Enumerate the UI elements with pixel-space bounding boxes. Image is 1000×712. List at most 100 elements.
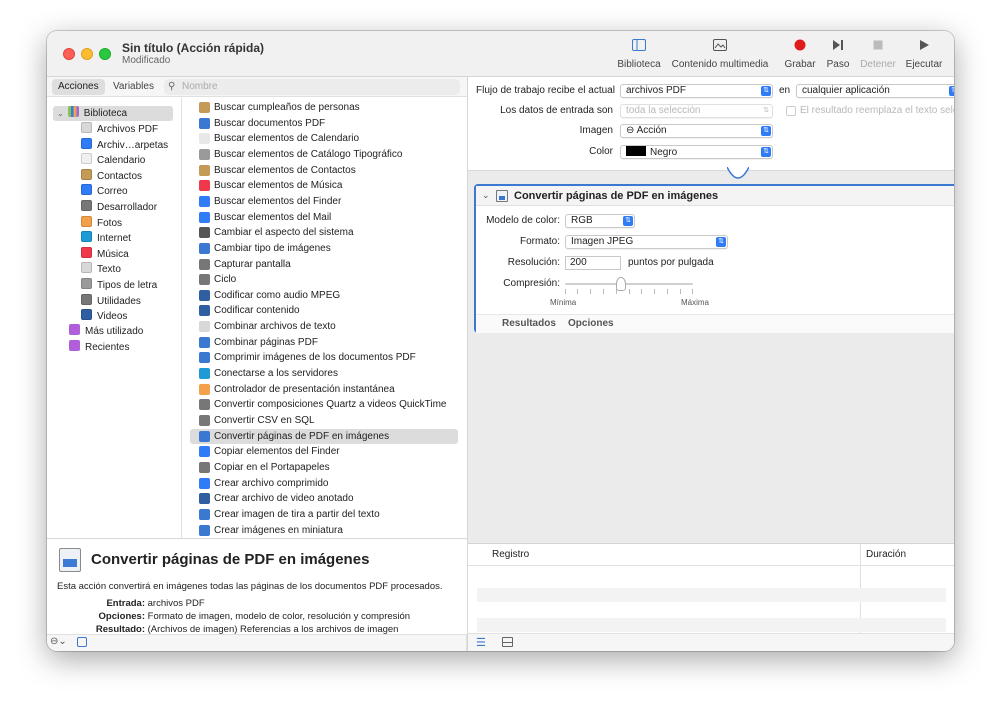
action-item[interactable]: Buscar elementos de Contactos — [183, 163, 459, 179]
library-item-label: Archivos PDF — [97, 124, 159, 135]
recibe-select[interactable]: archivos PDF ⇅ — [620, 84, 773, 98]
list-view-icon[interactable]: ☰ — [476, 636, 486, 649]
reemplaza-checkbox[interactable] — [786, 106, 796, 116]
sidebar-item-library[interactable]: Correo — [81, 184, 128, 199]
close-button[interactable] — [63, 48, 75, 60]
disclosure-icon[interactable]: ⌄ — [482, 190, 490, 201]
action-item[interactable]: Buscar cumpleaños de personas — [183, 100, 459, 116]
action-menu-icon[interactable]: ⊖⌄ — [50, 636, 67, 647]
action-item[interactable]: Crear archivo comprimido — [183, 476, 459, 492]
action-item[interactable]: Buscar elementos del Finder — [183, 194, 459, 210]
action-item[interactable]: Cambiar tipo de imágenes — [183, 241, 459, 257]
formato-select[interactable]: Imagen JPEG ⇅ — [565, 235, 728, 249]
sidebar-item-mas-utilizado[interactable]: Más utilizado — [69, 324, 143, 339]
action-item[interactable]: Controlador de presentación instantánea — [183, 382, 459, 398]
action-item[interactable]: Copiar elementos del Finder — [183, 444, 459, 460]
sidebar-item-recientes[interactable]: Recientes — [69, 340, 129, 355]
description-entrada: Entrada: archivos PDF — [47, 598, 204, 609]
biblioteca-button[interactable]: Biblioteca — [613, 39, 665, 70]
compresion-slider[interactable] — [565, 277, 693, 294]
datos-select[interactable]: toda la selección ⇅ — [620, 104, 773, 118]
aplicacion-select[interactable]: cualquier aplicación ⇅ — [796, 84, 954, 98]
action-item[interactable]: Crear imágenes en miniatura — [183, 523, 459, 538]
action-item[interactable]: Crear imagen de tira a partir del texto — [183, 507, 459, 523]
sidebar-item-library[interactable]: Calendario — [81, 153, 145, 168]
sidebar-item-library[interactable]: Internet — [81, 231, 131, 246]
sidebar-item-library[interactable]: Archivos PDF — [81, 122, 158, 137]
search-input[interactable]: ⚲ Nombre — [164, 79, 460, 95]
library-icon — [67, 106, 79, 117]
action-item[interactable]: Convertir composiciones Quartz a videos … — [183, 397, 459, 413]
sidebar-item-library[interactable]: Fotos — [81, 215, 122, 231]
library-item-label: Desarrollador — [97, 202, 158, 213]
tab-resultados[interactable]: Resultados — [502, 318, 556, 329]
sidebar-item-library[interactable]: Utilidades — [81, 293, 141, 309]
action-convertir-pdf[interactable]: ⌄ Convertir páginas de PDF en imágenes M… — [474, 184, 954, 333]
play-icon — [904, 39, 944, 55]
imagen-label: Imagen — [579, 125, 613, 136]
action-item[interactable]: Combinar páginas PDF — [183, 335, 459, 351]
tab-variables[interactable]: Variables — [107, 79, 160, 95]
action-item-label: Buscar elementos de Calendario — [214, 133, 360, 145]
titlebar: Sin título (Acción rápida) Modificado Bi… — [47, 31, 954, 77]
action-item[interactable]: Buscar elementos de Calendario — [183, 131, 459, 147]
right-bottom-bar: ☰ — [468, 633, 954, 651]
ejecutar-button[interactable]: Ejecutar — [904, 39, 944, 70]
smart-folder-icon — [69, 340, 80, 351]
minimize-button[interactable] — [81, 48, 93, 60]
grabar-button[interactable]: Grabar — [783, 39, 817, 70]
connector-notch — [727, 167, 749, 179]
action-item[interactable]: Comprimir imágenes de los documentos PDF — [183, 350, 459, 366]
registro-column[interactable]: Registro — [492, 549, 529, 560]
action-item[interactable]: Ciclo — [183, 272, 459, 288]
action-item[interactable]: Buscar documentos PDF — [183, 116, 459, 132]
action-item[interactable]: Combinar archivos de texto — [183, 319, 459, 335]
imagen-select[interactable]: ⊖ Acción ⇅ — [620, 124, 773, 138]
sidebar-item-library[interactable]: Contactos — [81, 168, 142, 184]
action-item[interactable]: Copiar en el Portapapeles — [183, 460, 459, 476]
sidebar-item-library[interactable]: Desarrollador — [81, 200, 157, 215]
zoom-button[interactable] — [99, 48, 111, 60]
action-item-label: Convertir CSV en SQL — [214, 415, 315, 426]
action-item[interactable]: Buscar elementos de Música — [183, 178, 459, 194]
automator-window: Sin título (Acción rápida) Modificado Bi… — [47, 31, 954, 651]
detener-button[interactable]: Detener — [858, 39, 898, 70]
category-icon — [81, 262, 92, 274]
tab-acciones[interactable]: Acciones — [52, 79, 105, 95]
disclosure-icon: ⌄ — [57, 109, 64, 118]
modelo-select[interactable]: RGB ⇅ — [565, 214, 635, 228]
split-view-icon[interactable] — [502, 637, 513, 647]
library-root[interactable]: ⌄ Biblioteca — [53, 106, 173, 121]
sidebar-item-library[interactable]: Videos — [81, 309, 127, 324]
action-item[interactable]: Convertir CSV en SQL — [183, 413, 459, 429]
resolucion-input[interactable]: 200 — [565, 256, 621, 270]
sidebar-item-library[interactable]: Texto — [81, 262, 121, 277]
sidebar-item-library[interactable]: Archiv…arpetas — [81, 137, 168, 153]
action-item-label: Combinar archivos de texto — [214, 321, 336, 333]
log-row — [477, 618, 946, 632]
action-item[interactable]: Conectarse a los servidores — [183, 366, 459, 382]
duracion-column[interactable]: Duración — [866, 549, 906, 560]
sidebar-item-library[interactable]: Tipos de letra — [81, 278, 157, 293]
contenido-multimedia-button[interactable]: Contenido multimedia — [671, 39, 769, 70]
action-item[interactable]: Buscar elementos del Mail — [183, 210, 459, 226]
action-item[interactable]: Buscar elementos de Catálogo Tipográfico — [183, 147, 459, 163]
paso-button[interactable]: Paso — [824, 39, 852, 70]
action-item[interactable]: Cambiar el aspecto del sistema — [183, 225, 459, 241]
library-item-label: Utilidades — [97, 295, 141, 307]
maxima-label: Máxima — [681, 298, 710, 307]
action-item[interactable]: Convertir páginas de PDF en imágenes — [190, 428, 458, 445]
compresion-label: Compresión: — [503, 278, 560, 289]
action-icon — [199, 258, 210, 270]
library-item-label: Texto — [97, 264, 121, 276]
action-item[interactable]: Codificar como audio MPEG — [183, 288, 459, 304]
action-item[interactable]: Capturar pantalla — [183, 257, 459, 273]
action-item[interactable]: Codificar contenido — [183, 303, 459, 319]
sidebar-item-library[interactable]: Música — [81, 246, 129, 262]
action-item[interactable]: Crear archivo de video anotado — [183, 491, 459, 507]
tab-opciones[interactable]: Opciones — [568, 318, 614, 329]
color-select[interactable]: Negro ⇅ — [620, 145, 773, 159]
description-toggle-icon[interactable] — [77, 637, 87, 647]
slider-knob[interactable] — [616, 277, 626, 291]
action-icon — [199, 305, 210, 317]
